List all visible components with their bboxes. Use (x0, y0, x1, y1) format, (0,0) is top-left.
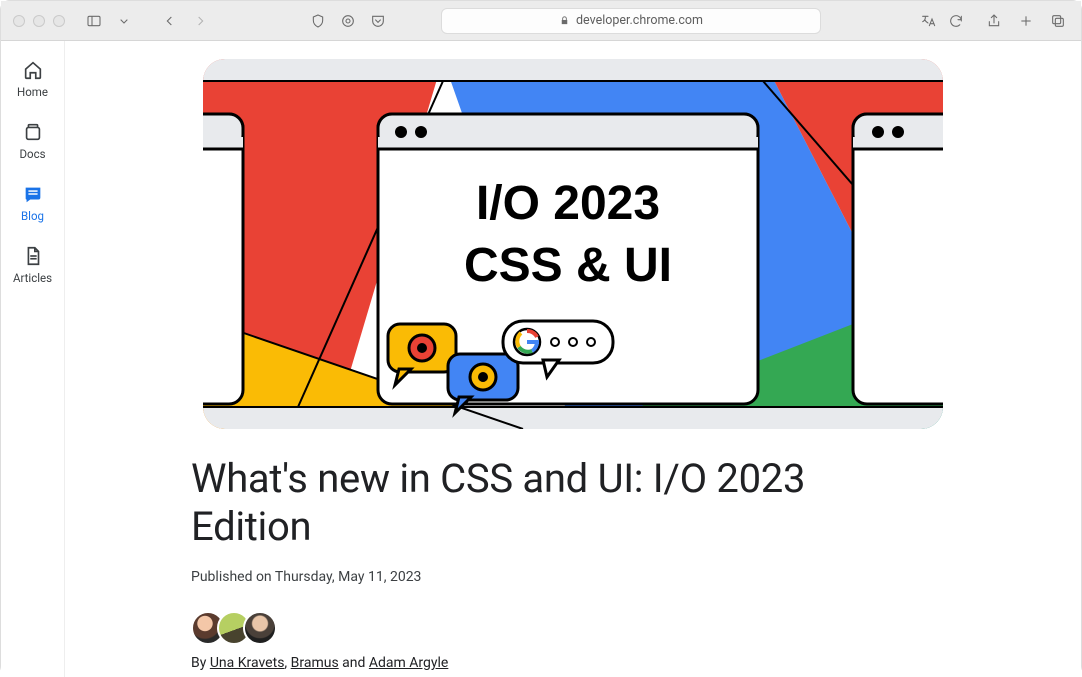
publish-date: Published on Thursday, May 11, 2023 (191, 569, 806, 585)
author-link[interactable]: Adam Argyle (369, 655, 448, 671)
minimize-window-dot[interactable] (33, 15, 45, 27)
pocket-icon[interactable] (367, 10, 389, 32)
site-sidebar: Home Docs Blog Articles (1, 41, 65, 677)
address-bar[interactable]: developer.chrome.com (441, 8, 821, 34)
sidebar-item-label: Docs (19, 147, 45, 161)
tabs-icon[interactable] (1047, 10, 1069, 32)
sidebar-item-label: Blog (21, 209, 44, 223)
hero-line1: I/O 2023 (476, 177, 660, 230)
sidebar-item-label: Home (17, 85, 48, 99)
shield-icon[interactable] (307, 10, 329, 32)
docs-icon (22, 121, 44, 143)
author-avatars (191, 611, 806, 645)
share-icon[interactable] (983, 10, 1005, 32)
reload-icon[interactable] (945, 10, 967, 32)
browser-toolbar: developer.chrome.com (1, 1, 1081, 41)
articles-icon (22, 245, 44, 267)
chevron-down-icon[interactable] (113, 10, 135, 32)
lock-icon (559, 15, 570, 26)
translate-icon[interactable] (917, 10, 939, 32)
main-content: I/O 2023 CSS & UI (65, 41, 1081, 677)
sidebar-item-blog[interactable]: Blog (1, 183, 64, 223)
hero-image: I/O 2023 CSS & UI (203, 59, 943, 429)
article-header: What's new in CSS and UI: I/O 2023 Editi… (191, 455, 806, 671)
close-window-dot[interactable] (13, 15, 25, 27)
back-button[interactable] (159, 10, 181, 32)
sidebar-item-docs[interactable]: Docs (1, 121, 64, 161)
sidebar-item-label: Articles (13, 271, 52, 285)
forward-button[interactable] (189, 10, 211, 32)
blog-icon (22, 183, 44, 205)
extension-icon[interactable] (337, 10, 359, 32)
sidebar-item-home[interactable]: Home (1, 59, 64, 99)
author-link[interactable]: Una Kravets (210, 655, 285, 671)
sidebar-item-articles[interactable]: Articles (1, 245, 64, 285)
sidebar-toggle-icon[interactable] (83, 10, 105, 32)
hero-line2: CSS & UI (464, 239, 672, 292)
window-traffic-lights (13, 15, 65, 27)
author-link[interactable]: Bramus (291, 655, 339, 671)
zoom-window-dot[interactable] (53, 15, 65, 27)
avatar[interactable] (243, 611, 277, 645)
url-text: developer.chrome.com (576, 13, 703, 28)
new-tab-icon[interactable] (1015, 10, 1037, 32)
byline: By Una Kravets, Bramus and Adam Argyle (191, 655, 806, 671)
article-title: What's new in CSS and UI: I/O 2023 Editi… (191, 455, 806, 551)
home-icon (22, 59, 44, 81)
